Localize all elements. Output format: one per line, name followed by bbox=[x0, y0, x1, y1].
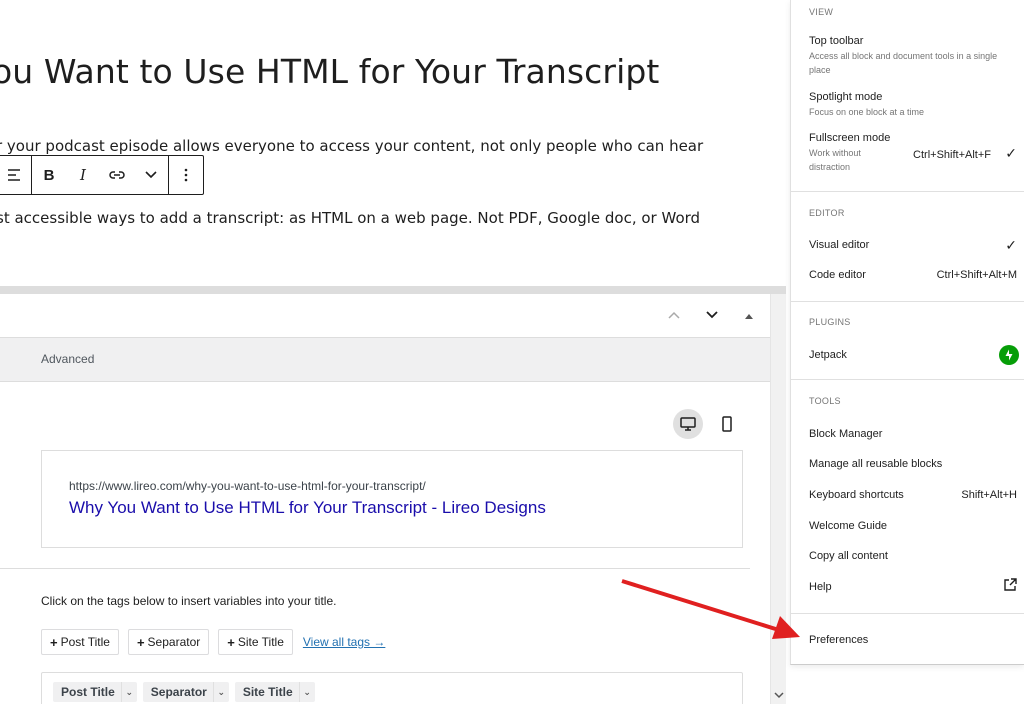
desktop-icon bbox=[680, 417, 696, 431]
link-button[interactable] bbox=[100, 156, 134, 194]
tag-chip-site-title[interactable]: Site Title ⌄ bbox=[234, 682, 315, 702]
section-label: TOOLS bbox=[809, 396, 841, 406]
link-icon bbox=[109, 171, 125, 179]
tag-chip-separator[interactable]: Separator ⌄ bbox=[142, 682, 229, 702]
desktop-preview-button[interactable] bbox=[673, 409, 703, 439]
chevron-down-icon[interactable]: ⌄ bbox=[298, 682, 315, 702]
shortcut: Ctrl+Shift+Alt+M bbox=[936, 269, 1017, 281]
tag-chip-post-title[interactable]: Post Title ⌄ bbox=[53, 682, 137, 702]
more-vertical-icon bbox=[184, 168, 188, 182]
metabox-header bbox=[0, 294, 770, 338]
external-link-icon bbox=[1003, 578, 1017, 597]
section-label: PLUGINS bbox=[809, 317, 851, 327]
check-icon: ✓ bbox=[1005, 237, 1017, 253]
alignment-group bbox=[0, 156, 31, 194]
chevron-down-icon bbox=[706, 311, 718, 319]
bold-button[interactable]: B bbox=[32, 156, 66, 194]
chevron-down-icon[interactable]: ⌄ bbox=[120, 682, 137, 702]
menu-section-tools: TOOLS Block Manager Manage all reusable … bbox=[791, 380, 1024, 614]
mobile-preview-button[interactable] bbox=[712, 409, 742, 439]
plus-icon: + bbox=[50, 634, 58, 650]
preview-title: Why You Want to Use HTML for Your Transc… bbox=[69, 498, 546, 517]
tags-help-text: Click on the tags below to insert variab… bbox=[41, 594, 337, 608]
scroll-down-icon[interactable] bbox=[774, 691, 784, 702]
align-button[interactable] bbox=[0, 156, 31, 194]
menu-item-manage-reusable-blocks[interactable]: Manage all reusable blocks bbox=[809, 458, 1017, 470]
check-icon: ✓ bbox=[1005, 145, 1017, 161]
mobile-icon bbox=[722, 416, 732, 432]
paragraph-block[interactable]: r your podcast episode allows everyone t… bbox=[0, 137, 703, 155]
resize-divider[interactable] bbox=[0, 286, 786, 294]
add-post-title-tag-button[interactable]: + Post Title bbox=[41, 629, 119, 655]
search-preview-card: https://www.lireo.com/why-you-want-to-us… bbox=[41, 450, 743, 548]
scrollbar[interactable] bbox=[770, 294, 786, 704]
menu-item-top-toolbar[interactable]: Top toolbar Access all block and documen… bbox=[809, 35, 1017, 77]
tag-chips: Post Title ⌄ Separator ⌄ Site Title ⌄ bbox=[53, 682, 315, 702]
shortcut: Shift+Alt+H bbox=[961, 489, 1017, 501]
menu-item-jetpack[interactable]: Jetpack bbox=[809, 345, 1019, 365]
italic-button[interactable]: I bbox=[66, 156, 100, 194]
title-template-field[interactable]: Post Title ⌄ Separator ⌄ Site Title ⌄ bbox=[41, 672, 743, 704]
menu-section-editor: EDITOR Visual editor ✓ Code editor Ctrl+… bbox=[791, 192, 1024, 302]
chevron-up-icon bbox=[668, 311, 680, 319]
chevron-down-icon bbox=[145, 171, 157, 179]
editor-canvas: ou Want to Use HTML for Your Transcript … bbox=[0, 0, 786, 286]
chevron-down-icon[interactable]: ⌄ bbox=[212, 682, 229, 702]
view-all-tags-link[interactable]: View all tags → bbox=[303, 635, 385, 649]
plus-icon: + bbox=[227, 634, 235, 650]
post-title[interactable]: ou Want to Use HTML for Your Transcript bbox=[0, 52, 659, 91]
add-site-title-tag-button[interactable]: + Site Title bbox=[218, 629, 293, 655]
block-toolbar: B I bbox=[0, 155, 204, 195]
options-menu: VIEW Top toolbar Access all block and do… bbox=[790, 0, 1024, 665]
move-down-button[interactable] bbox=[706, 306, 718, 322]
metabox-tabs: Advanced bbox=[0, 338, 770, 382]
menu-item-spotlight-mode[interactable]: Spotlight mode Focus on one block at a t… bbox=[809, 91, 1017, 119]
section-label: VIEW bbox=[809, 7, 834, 17]
options-group bbox=[168, 156, 203, 194]
menu-section-plugins: PLUGINS Jetpack bbox=[791, 302, 1024, 380]
tab-advanced[interactable]: Advanced bbox=[41, 352, 94, 366]
shortcut: Ctrl+Shift+Alt+F bbox=[913, 149, 991, 161]
toggle-panel-button[interactable] bbox=[745, 306, 753, 322]
tag-buttons: + Post Title + Separator + Site Title View … bbox=[41, 629, 385, 655]
menu-item-welcome-guide[interactable]: Welcome Guide bbox=[809, 520, 1017, 532]
align-left-icon bbox=[8, 169, 20, 181]
menu-item-block-manager[interactable]: Block Manager bbox=[809, 428, 1017, 440]
add-separator-tag-button[interactable]: + Separator bbox=[127, 629, 210, 655]
more-formats-button[interactable] bbox=[134, 156, 168, 194]
menu-item-help[interactable]: Help bbox=[809, 578, 1017, 593]
paragraph-block[interactable]: st accessible ways to add a transcript: … bbox=[0, 209, 700, 227]
format-group: B I bbox=[31, 156, 168, 194]
menu-item-copy-all-content[interactable]: Copy all content bbox=[809, 550, 1017, 562]
menu-item-preferences[interactable]: Preferences bbox=[809, 634, 868, 646]
jetpack-icon bbox=[999, 345, 1019, 365]
divider bbox=[0, 568, 750, 569]
block-options-button[interactable] bbox=[169, 156, 203, 194]
menu-item-visual-editor[interactable]: Visual editor ✓ bbox=[809, 237, 1017, 253]
menu-item-keyboard-shortcuts[interactable]: Keyboard shortcuts Shift+Alt+H bbox=[809, 489, 1017, 501]
menu-item-code-editor[interactable]: Code editor Ctrl+Shift+Alt+M bbox=[809, 269, 1017, 281]
move-up-button[interactable] bbox=[668, 306, 680, 322]
section-label: EDITOR bbox=[809, 208, 845, 218]
caret-up-icon bbox=[745, 314, 753, 319]
preview-url: https://www.lireo.com/why-you-want-to-us… bbox=[69, 479, 426, 493]
menu-section-view: VIEW Top toolbar Access all block and do… bbox=[791, 0, 1024, 192]
menu-item-fullscreen-mode[interactable]: Fullscreen mode Work without distraction… bbox=[809, 132, 1017, 174]
plus-icon: + bbox=[136, 634, 145, 650]
seo-metabox: Advanced https://www.lireo.com/why-you-w… bbox=[0, 294, 770, 704]
